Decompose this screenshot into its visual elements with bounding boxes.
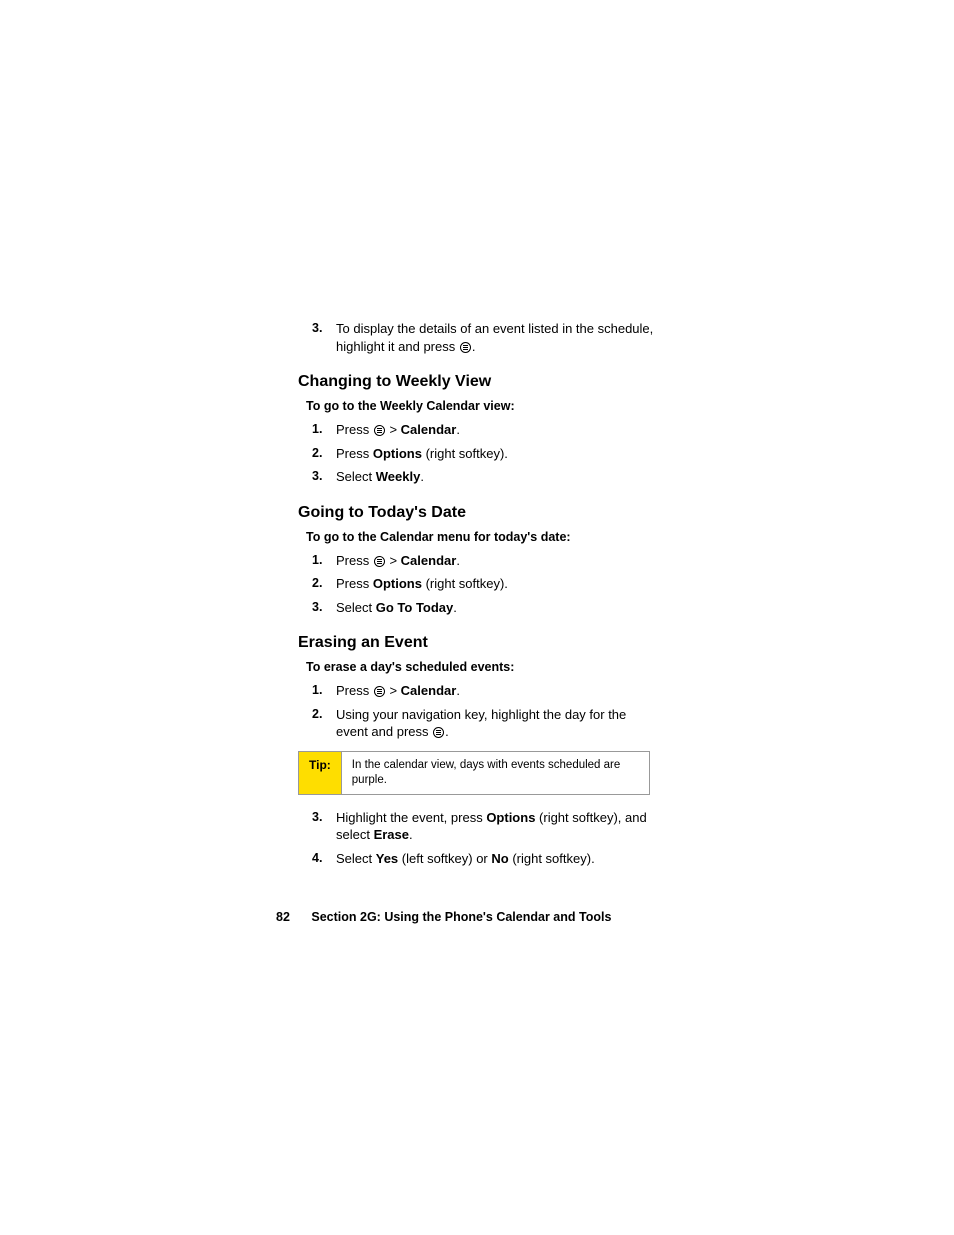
section-heading: Going to Today's Date [298, 504, 658, 522]
step-text: (right softkey). [422, 446, 508, 461]
step-text: . [456, 553, 460, 568]
step-text: . [420, 469, 424, 484]
bold-term: No [491, 851, 508, 866]
bold-term: Options [373, 576, 422, 591]
bold-term: Weekly [376, 469, 421, 484]
step-number: 4. [312, 850, 322, 867]
step-number: 1. [312, 552, 322, 569]
bold-term: Calendar [401, 553, 457, 568]
step-text: Press [336, 553, 373, 568]
step-text: Press [336, 576, 373, 591]
intro-step-list: 3. To display the details of an event li… [298, 320, 658, 355]
step-number: 2. [312, 575, 322, 592]
step-number: 1. [312, 682, 322, 699]
list-item: 1. Press > Calendar. [298, 552, 658, 570]
bold-term: Calendar [401, 422, 457, 437]
menu-icon [374, 686, 385, 697]
step-list: 1. Press > Calendar. 2. Press Options (r… [298, 552, 658, 617]
section-subhead: To go to the Calendar menu for today's d… [306, 530, 658, 544]
step-text: > [386, 683, 401, 698]
step-number: 3. [312, 809, 322, 826]
step-text: > [386, 422, 401, 437]
step-number: 2. [312, 445, 322, 462]
section-heading: Erasing an Event [298, 634, 658, 652]
step-text: (right softkey). [509, 851, 595, 866]
step-text: Select [336, 851, 376, 866]
list-item: 3. Select Weekly. [298, 468, 658, 486]
step-list: 1. Press > Calendar. 2. Press Options (r… [298, 421, 658, 486]
tip-text: In the calendar view, days with events s… [342, 752, 649, 794]
list-item: 3. Highlight the event, press Options (r… [298, 809, 658, 844]
list-item: 2. Press Options (right softkey). [298, 445, 658, 463]
step-number: 2. [312, 706, 322, 723]
step-text: To display the details of an event liste… [336, 321, 653, 354]
page-number: 82 [276, 910, 290, 924]
list-item: 2. Using your navigation key, highlight … [298, 706, 658, 741]
step-text: . [409, 827, 413, 842]
bold-term: Yes [376, 851, 398, 866]
step-number: 3. [312, 468, 322, 485]
step-text: . [456, 422, 460, 437]
step-text: Highlight the event, press [336, 810, 486, 825]
menu-icon [433, 727, 444, 738]
list-item: 1. Press > Calendar. [298, 421, 658, 439]
step-text: Press [336, 422, 373, 437]
step-text: Press [336, 446, 373, 461]
menu-icon [460, 342, 471, 353]
step-text: . [453, 600, 457, 615]
step-list: 3. Highlight the event, press Options (r… [298, 809, 658, 868]
page-footer: 82 Section 2G: Using the Phone's Calenda… [276, 910, 611, 924]
step-text: . [456, 683, 460, 698]
step-text: . [445, 724, 449, 739]
list-item: 3. Select Go To Today. [298, 599, 658, 617]
section-subhead: To erase a day's scheduled events: [306, 660, 658, 674]
step-text: . [472, 339, 476, 354]
list-item: 2. Press Options (right softkey). [298, 575, 658, 593]
step-text: Select [336, 600, 376, 615]
step-text: Press [336, 683, 373, 698]
bold-term: Options [373, 446, 422, 461]
step-number: 3. [312, 599, 322, 616]
step-list: 1. Press > Calendar. 2. Using your navig… [298, 682, 658, 741]
list-item: 4. Select Yes (left softkey) or No (righ… [298, 850, 658, 868]
footer-section: Section 2G: Using the Phone's Calendar a… [311, 910, 611, 924]
step-text: > [386, 553, 401, 568]
step-number: 3. [312, 320, 322, 337]
menu-icon [374, 425, 385, 436]
step-text: Select [336, 469, 376, 484]
content-column: 3. To display the details of an event li… [298, 320, 658, 868]
step-number: 1. [312, 421, 322, 438]
step-text: (right softkey). [422, 576, 508, 591]
tip-box: Tip: In the calendar view, days with eve… [298, 751, 650, 795]
bold-term: Calendar [401, 683, 457, 698]
step-text: Using your navigation key, highlight the… [336, 707, 626, 740]
section-heading: Changing to Weekly View [298, 373, 658, 391]
bold-term: Go To Today [376, 600, 454, 615]
list-item: 1. Press > Calendar. [298, 682, 658, 700]
list-item: 3. To display the details of an event li… [298, 320, 658, 355]
bold-term: Erase [374, 827, 409, 842]
step-text: (left softkey) or [398, 851, 491, 866]
menu-icon [374, 556, 385, 567]
tip-label: Tip: [299, 752, 342, 794]
bold-term: Options [486, 810, 535, 825]
document-page: 3. To display the details of an event li… [0, 0, 954, 868]
section-subhead: To go to the Weekly Calendar view: [306, 399, 658, 413]
